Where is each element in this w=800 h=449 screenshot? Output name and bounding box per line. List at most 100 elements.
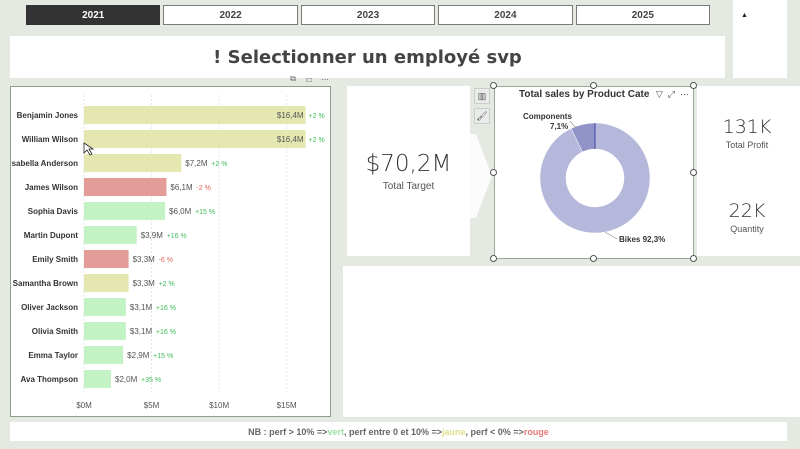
bar-value-label: $3,1M [130, 327, 153, 336]
scroll-up-icon[interactable]: ▲ [741, 12, 748, 19]
donut-side-tools: ▥ 🖌 [474, 88, 490, 124]
perf-label: +16 % [156, 305, 176, 312]
employee-name-label[interactable]: Sophia Davis [28, 207, 79, 216]
x-tick-label: $5M [144, 401, 160, 410]
total-target-label: Total Target [382, 180, 435, 192]
perf-label: +35 % [141, 377, 161, 384]
brush-icon[interactable]: 🖌 [474, 108, 490, 124]
pin-icon[interactable]: ⧉ [287, 74, 299, 84]
bar-value-label: $3,3M [133, 279, 156, 288]
employee-name-label[interactable]: Ava Thompson [21, 375, 79, 384]
note-middle: , perf entre 0 et 10% => [343, 426, 443, 437]
employee-name-label[interactable]: Olivia Smith [32, 327, 78, 336]
bar-value-label: $16,4M [277, 135, 304, 144]
employee-name-label[interactable]: James Wilson [25, 183, 78, 192]
resize-handle[interactable] [690, 169, 697, 176]
sales-bar[interactable] [84, 226, 137, 244]
note-red: rouge [523, 426, 549, 437]
resize-handle[interactable] [490, 169, 497, 176]
employee-name-label[interactable]: Martin Dupont [24, 231, 79, 240]
x-tick-label: $10M [209, 401, 229, 410]
scroll-up-panel[interactable]: ▲ [733, 0, 787, 78]
bar-value-label: $3,9M [141, 231, 164, 240]
quantity-value: 22K [728, 200, 766, 222]
sales-bar[interactable] [84, 106, 306, 124]
bar-value-label: $6,1M [170, 183, 193, 192]
product-category-donut[interactable]: Total sales by Product Cate ▽ ⤢ ⋯ Compon… [494, 86, 694, 259]
year-button-2022[interactable]: 2022 [163, 5, 298, 25]
total-profit-label: Total Profit [725, 140, 769, 150]
year-button-2024[interactable]: 2024 [438, 5, 573, 25]
perf-label: +15 % [195, 209, 215, 216]
employee-name-label[interactable]: Samantha Brown [13, 279, 78, 288]
bar-value-label: $16,4M [277, 111, 304, 120]
year-button-2021[interactable]: 2021 [26, 5, 161, 25]
bar-value-label: $3,3M [133, 255, 156, 264]
employee-name-label[interactable]: Isabella Anderson [11, 159, 78, 168]
employee-sales-bar-chart[interactable]: $0M $5M $10M $15M Benjamin Jones $16,4M +2 % Wi… [10, 86, 331, 417]
note-prefix: NB : perf > 10% => [248, 426, 328, 437]
focus-icon[interactable]: ▭ [303, 74, 315, 84]
note-middle2: , perf < 0% => [465, 426, 524, 437]
perf-label: +2 % [211, 161, 227, 168]
year-button-2023[interactable]: 2023 [300, 5, 436, 25]
sales-bar[interactable] [84, 274, 129, 292]
x-tick-label: $0M [76, 401, 92, 410]
resize-handle[interactable] [690, 255, 697, 262]
employee-name-label[interactable]: Oliver Jackson [21, 303, 78, 312]
bar-value-label: $7,2M [185, 159, 208, 168]
legend-note: NB : perf > 10% => vert , perf entre 0 e… [10, 422, 787, 441]
sales-bar[interactable] [84, 322, 126, 340]
format-icon[interactable]: ▥ [474, 88, 490, 104]
resize-handle[interactable] [690, 82, 697, 89]
x-tick-label: $15M [277, 401, 297, 410]
empty-visual-panel [343, 266, 800, 417]
perf-label: -2 % [196, 185, 210, 192]
year-button-2025[interactable]: 2025 [575, 5, 711, 25]
perf-label: +2 % [309, 113, 325, 120]
quantity-label: Quantity [730, 224, 764, 234]
bar-value-label: $6,0M [169, 207, 192, 216]
perf-label: +16 % [167, 233, 187, 240]
bikes-label: Bikes 92,3% [619, 235, 665, 244]
total-profit-value: 131K [722, 116, 772, 138]
perf-label: +16 % [156, 329, 176, 336]
perf-label: +2 % [309, 137, 325, 144]
more-icon[interactable]: ⋯ [319, 74, 331, 84]
sales-bar[interactable] [84, 130, 306, 148]
sales-bar[interactable] [84, 154, 182, 172]
bar-value-label: $2,9M [127, 351, 150, 360]
sales-bar[interactable] [84, 202, 166, 220]
note-green: vert [327, 426, 344, 437]
components-label: Components [523, 112, 572, 121]
resize-handle[interactable] [590, 255, 597, 262]
bar-value-label: $3,1M [130, 303, 153, 312]
donut-svg: Components7,1% Bikes 92,3% [523, 112, 665, 244]
sales-bar[interactable] [84, 178, 167, 196]
title-panel: ! Selectionner un employé svp [10, 36, 725, 78]
page-title: ! Selectionner un employé svp [213, 46, 522, 68]
employee-name-label[interactable]: Emily Smith [32, 255, 78, 264]
resize-handle[interactable] [490, 255, 497, 262]
perf-label: +2 % [159, 281, 175, 288]
components-pct-label: 7,1% [550, 122, 568, 131]
sales-bar[interactable] [84, 346, 124, 364]
note-yellow: jaune [442, 426, 466, 437]
year-slicer: 2021 2022 2023 2024 2025 [26, 5, 711, 25]
employee-name-label[interactable]: Emma Taylor [28, 351, 78, 360]
employee-name-label[interactable]: William Wilson [22, 135, 78, 144]
bar-value-label: $2,0M [115, 375, 138, 384]
leader-line [604, 231, 618, 240]
bar-chart-header-tools: ⧉ ▭ ⋯ [287, 74, 331, 84]
resize-handle[interactable] [590, 82, 597, 89]
employee-name-label[interactable]: Benjamin Jones [17, 111, 79, 120]
resize-handle[interactable] [490, 82, 497, 89]
total-target-value: $70,2M [365, 150, 452, 177]
sales-bar[interactable] [84, 298, 126, 316]
perf-label: +15 % [153, 353, 173, 360]
total-target-card: $70,2M Total Target [347, 86, 470, 256]
sales-bar[interactable] [84, 250, 129, 268]
bar-chart-svg: $0M $5M $10M $15M Benjamin Jones $16,4M +2 % Wi… [11, 95, 325, 410]
kpi-panel: 131K Total Profit 22K Quantity [697, 86, 800, 256]
sales-bar[interactable] [84, 370, 112, 388]
